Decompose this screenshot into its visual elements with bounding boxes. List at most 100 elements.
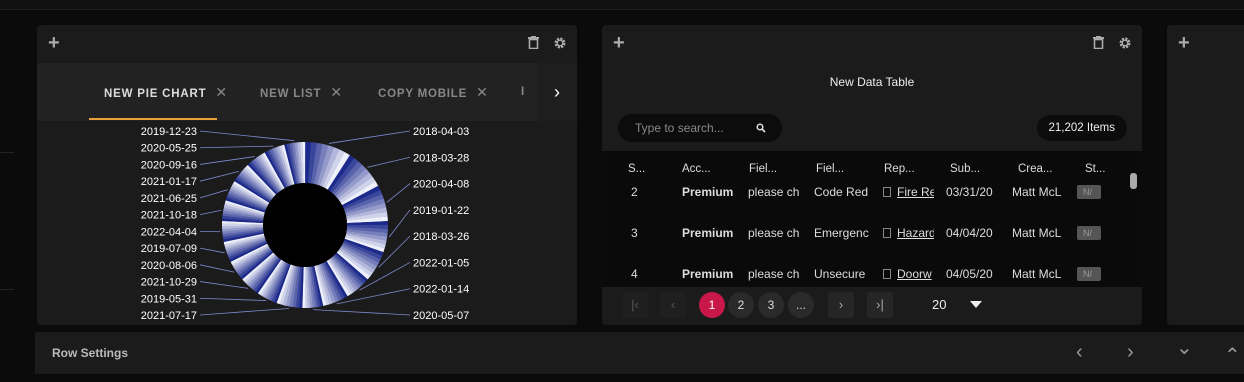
column-header[interactable]: S... bbox=[628, 163, 645, 175]
pie-chart: 2018-04-03 2018-03-28 2020-04-08 2019-01-22… bbox=[141, 126, 470, 322]
add-widget-button[interactable]: + bbox=[1178, 33, 1190, 53]
page-1-button[interactable]: 1 bbox=[699, 292, 725, 318]
table-row[interactable]: 2 Premium please ch Code Red Fire Re 03/… bbox=[602, 185, 1132, 225]
label-leader-line bbox=[199, 171, 240, 182]
document-icon bbox=[883, 187, 891, 197]
chevron-down-icon[interactable]: ⌄ bbox=[1176, 335, 1193, 360]
status-badge: N/ bbox=[1077, 267, 1101, 281]
column-header[interactable]: Fiel... bbox=[816, 163, 844, 175]
column-header[interactable]: Fiel... bbox=[749, 163, 777, 175]
field-cell: please ch bbox=[748, 226, 800, 240]
tab-label: I bbox=[521, 86, 525, 98]
last-page-button[interactable]: ›| bbox=[867, 292, 893, 318]
row-settings-label: Row Settings bbox=[52, 346, 129, 360]
close-icon[interactable]: ✕ bbox=[476, 84, 489, 100]
add-widget-button[interactable]: + bbox=[613, 33, 625, 53]
search-icon[interactable] bbox=[756, 114, 766, 144]
prev-page-button[interactable]: ‹ bbox=[660, 292, 686, 318]
slice-label: 2018-04-03 bbox=[413, 126, 469, 138]
report-link[interactable]: Fire Re bbox=[897, 185, 934, 199]
slice-label: 2018-03-28 bbox=[413, 152, 469, 164]
tab-new-list[interactable]: NEW LIST ✕ bbox=[260, 63, 343, 121]
third-panel: + bbox=[1167, 25, 1244, 325]
tab-label: COPY MOBILE bbox=[378, 88, 468, 100]
data-table: S... Acc... Fiel... Fiel... Rep... Sub..… bbox=[602, 151, 1142, 287]
chevron-left-icon[interactable]: ‹ bbox=[1076, 341, 1083, 364]
tab-bar: NEW PIE CHART ✕ NEW LIST ✕ COPY MOBILE ✕ I … bbox=[37, 63, 577, 121]
panel-header: + bbox=[37, 25, 577, 63]
chevron-right-icon: › bbox=[554, 81, 560, 102]
field-cell: Code Red bbox=[814, 185, 869, 199]
close-icon[interactable]: ✕ bbox=[215, 84, 228, 100]
column-header[interactable]: Crea... bbox=[1018, 163, 1053, 175]
page-3-button[interactable]: 3 bbox=[758, 292, 784, 318]
row-number: 3 bbox=[631, 226, 638, 240]
search-input[interactable]: Type to search... bbox=[618, 114, 782, 142]
account-cell: Premium bbox=[682, 185, 734, 199]
slice-label: 2021-10-18 bbox=[141, 210, 197, 222]
tab-label: NEW LIST bbox=[260, 88, 322, 100]
slice-label: 2021-07-17 bbox=[141, 310, 197, 322]
slice-label: 2018-03-26 bbox=[413, 231, 469, 243]
chevron-right-icon[interactable]: › bbox=[1127, 341, 1134, 364]
trash-icon[interactable] bbox=[1093, 36, 1104, 50]
tab-truncated[interactable]: I bbox=[521, 63, 525, 121]
label-leader-line bbox=[328, 130, 411, 144]
column-header[interactable]: Rep... bbox=[884, 163, 915, 175]
row-number: 2 bbox=[631, 185, 638, 199]
report-link[interactable]: Hazard bbox=[897, 226, 934, 240]
column-header[interactable]: Acc... bbox=[682, 163, 711, 175]
gear-icon[interactable] bbox=[1118, 36, 1132, 50]
data-table-panel: + New Data Table Type to search... 21,20… bbox=[602, 25, 1142, 325]
label-leader-line bbox=[199, 189, 228, 199]
slice-label: 2020-05-25 bbox=[141, 143, 197, 155]
label-leader-line bbox=[313, 309, 411, 316]
column-header[interactable]: St... bbox=[1085, 163, 1105, 175]
slice-label: 2019-05-31 bbox=[141, 293, 197, 305]
gear-icon[interactable] bbox=[553, 36, 567, 50]
document-icon bbox=[883, 228, 891, 238]
slice-label: 2021-01-17 bbox=[141, 176, 197, 188]
tab-scroll-right-button[interactable]: › bbox=[537, 63, 577, 121]
slice-label: 2020-09-16 bbox=[141, 159, 197, 171]
chevron-down-icon[interactable] bbox=[970, 301, 982, 308]
page-size-select[interactable]: 20 bbox=[932, 297, 946, 312]
table-row[interactable]: 3 Premium please ch Emergenc Hazard 04/0… bbox=[602, 226, 1132, 266]
column-header[interactable]: Sub... bbox=[950, 163, 980, 175]
pagination: |‹ ‹ 1 2 3 ... › ›| 20 bbox=[602, 287, 1142, 325]
search-placeholder: Type to search... bbox=[635, 121, 724, 135]
slice-label: 2021-10-29 bbox=[141, 277, 197, 289]
label-leader-line bbox=[386, 183, 411, 203]
item-count-badge: 21,202 Items bbox=[1036, 115, 1127, 141]
panel-header: + bbox=[1167, 25, 1244, 63]
first-page-button[interactable]: |‹ bbox=[622, 292, 648, 318]
slice-label: 2020-08-06 bbox=[141, 260, 197, 272]
close-icon[interactable]: ✕ bbox=[330, 84, 343, 100]
chevron-up-icon[interactable]: ⌃ bbox=[1224, 343, 1241, 368]
submitted-cell: 04/05/20 bbox=[946, 267, 993, 281]
slice-label: 2020-04-08 bbox=[413, 179, 469, 191]
more-pages-button[interactable]: ... bbox=[788, 292, 814, 318]
slice-label: 2020-05-07 bbox=[413, 310, 469, 322]
label-leader-line bbox=[199, 308, 289, 316]
add-widget-button[interactable]: + bbox=[48, 33, 60, 53]
page-2-button[interactable]: 2 bbox=[728, 292, 754, 318]
slice-label: 2022-04-04 bbox=[141, 226, 197, 238]
status-badge: N/ bbox=[1077, 185, 1101, 199]
left-edge-panel bbox=[0, 152, 14, 290]
panel-header: + bbox=[602, 25, 1142, 63]
top-strip bbox=[0, 0, 1244, 10]
tab-new-pie-chart[interactable]: NEW PIE CHART ✕ bbox=[104, 63, 228, 121]
label-leader-line bbox=[199, 209, 222, 216]
active-tab-indicator bbox=[89, 118, 217, 120]
trash-icon[interactable] bbox=[528, 36, 539, 50]
next-page-button[interactable]: › bbox=[828, 292, 854, 318]
field-cell: please ch bbox=[748, 185, 800, 199]
tab-copy-mobile[interactable]: COPY MOBILE ✕ bbox=[378, 63, 489, 121]
label-leader-line bbox=[367, 156, 411, 168]
report-link[interactable]: Doorw bbox=[897, 267, 934, 281]
slice-label: 2022-01-14 bbox=[413, 284, 469, 296]
row-settings-bar: Row Settings ‹ › ⌄ ⌃ bbox=[35, 332, 1244, 374]
submitted-cell: 04/04/20 bbox=[946, 226, 993, 240]
slice-label: 2021-06-25 bbox=[141, 193, 197, 205]
